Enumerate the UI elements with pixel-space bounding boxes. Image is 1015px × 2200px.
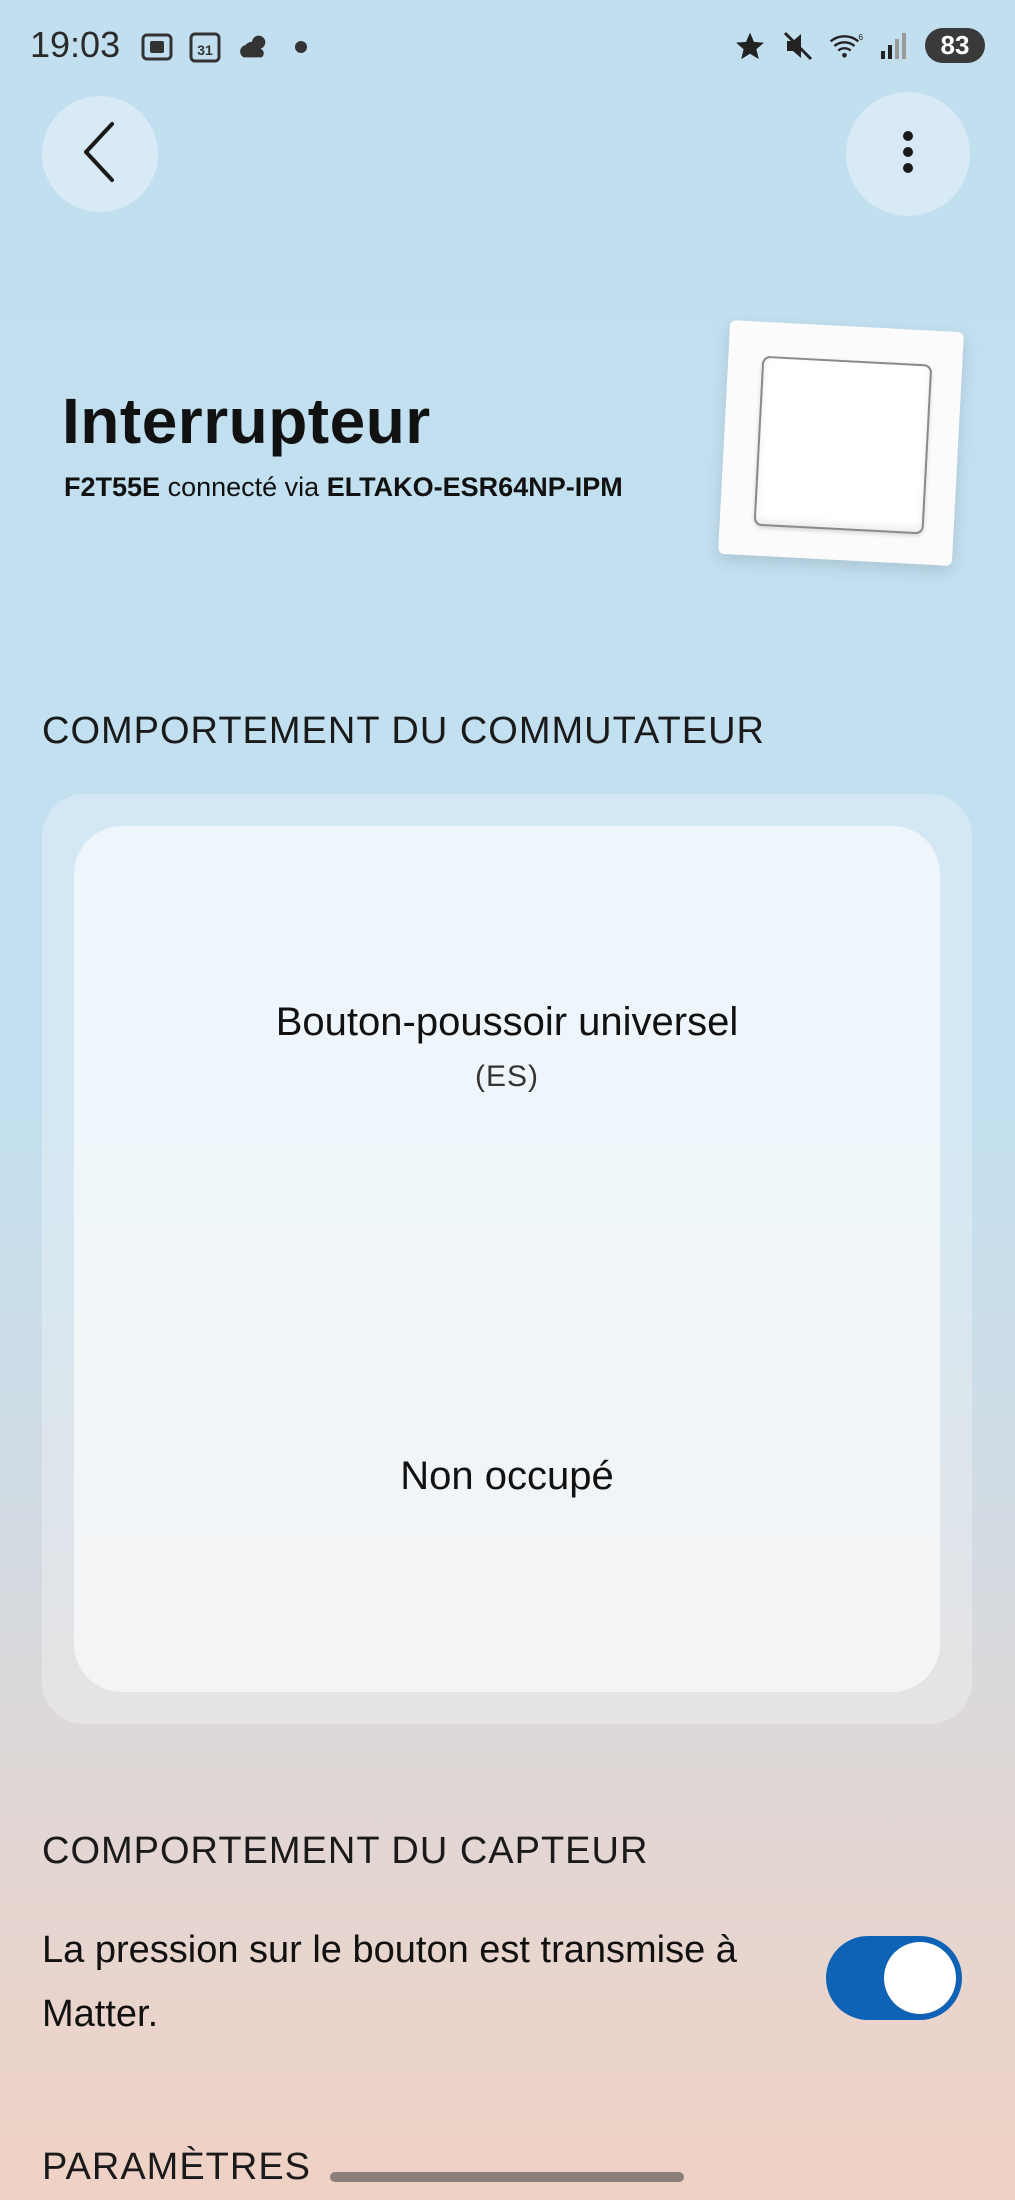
- switch-mode-code: (ES): [475, 1060, 539, 1093]
- page-title: Interrupteur: [62, 385, 431, 457]
- sensor-behavior-title: COMPORTEMENT DU CAPTEUR: [42, 1830, 649, 1872]
- matter-forward-toggle[interactable]: [826, 1936, 962, 2020]
- device-model: F2T55E: [64, 472, 161, 502]
- chevron-left-icon: [78, 120, 122, 189]
- back-button[interactable]: [42, 96, 158, 212]
- screenshot-icon: [140, 30, 174, 64]
- status-right-icons: 6 83: [733, 28, 985, 63]
- device-image: [718, 320, 964, 566]
- settings-title: PARAMÈTRES: [42, 2146, 312, 2188]
- more-options-button[interactable]: [846, 92, 970, 216]
- connected-via-text: connecté via: [167, 472, 320, 502]
- star-icon: [733, 29, 767, 63]
- gateway-name: ELTAKO-ESR64NP-IPM: [326, 472, 623, 502]
- status-time: 19:03: [30, 24, 121, 65]
- occupancy-status: Non occupé: [400, 1454, 614, 1498]
- switch-behavior-button[interactable]: [74, 826, 940, 1692]
- signal-icon: [877, 29, 911, 63]
- switch-behavior-title: COMPORTEMENT DU COMMUTATEUR: [42, 710, 765, 752]
- calendar-icon: 31: [188, 30, 222, 64]
- device-subtitle: F2T55E connecté via ELTAKO-ESR64NP-IPM: [64, 472, 623, 503]
- wifi-icon: 6: [829, 29, 863, 63]
- sensor-behavior-description: La pression sur le bouton est transmise …: [42, 1929, 737, 2035]
- wifi-label: 6: [858, 31, 863, 41]
- battery-indicator: 83: [925, 28, 985, 63]
- status-left-icons: 31: [140, 30, 318, 64]
- switch-mode-label: Bouton-poussoir universel: [275, 1000, 739, 1044]
- switch-rocker-image: [753, 355, 933, 535]
- mute-icon: [781, 29, 815, 63]
- toggle-knob: [884, 1942, 956, 2014]
- home-indicator[interactable]: [330, 2172, 684, 2182]
- weather-cloudy-icon: [236, 30, 270, 64]
- more-vertical-icon: [900, 130, 916, 179]
- notification-dot-icon: [284, 30, 318, 64]
- calendar-day: 31: [197, 42, 213, 58]
